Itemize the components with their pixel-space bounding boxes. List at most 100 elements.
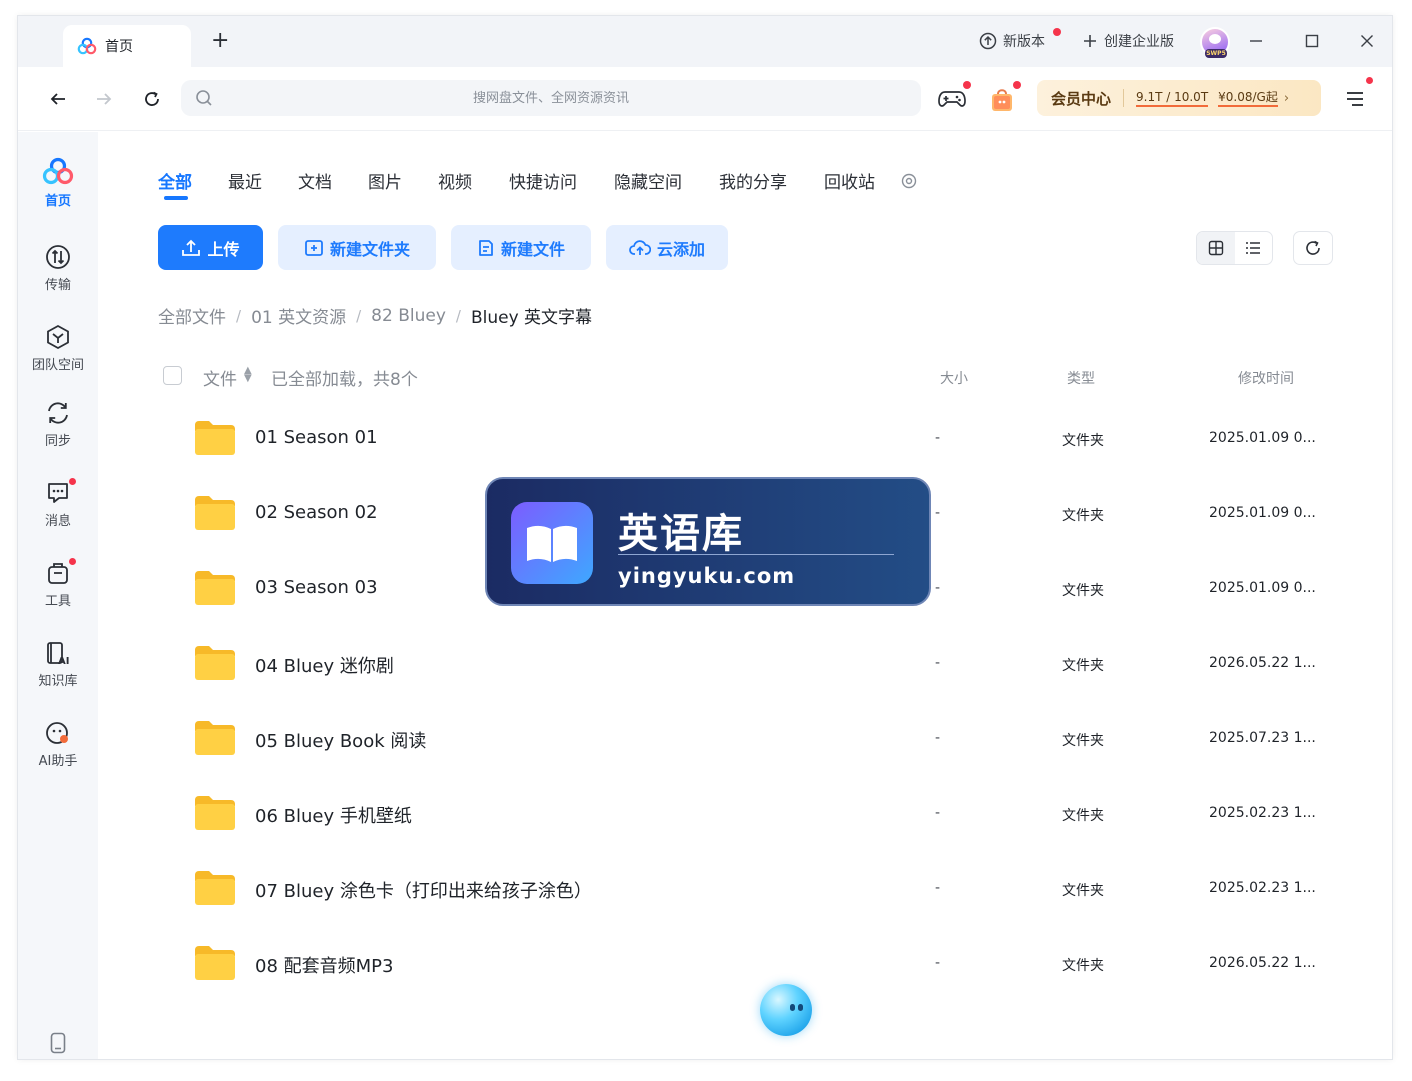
file-row[interactable]: 04 Bluey 迷你剧 - 文件夹 2026.05.22 1... bbox=[158, 634, 1338, 709]
tab-videos[interactable]: 视频 bbox=[438, 168, 472, 193]
file-row[interactable]: 06 Bluey 手机壁纸 - 文件夹 2025.02.23 1... bbox=[158, 784, 1338, 859]
file-row[interactable]: 05 Bluey Book 阅读 - 文件夹 2025.07.23 1... bbox=[158, 709, 1338, 784]
cloud-upload-icon bbox=[629, 239, 651, 255]
breadcrumb-item[interactable]: 全部文件 bbox=[158, 303, 226, 328]
tab-settings-icon[interactable] bbox=[901, 173, 917, 189]
sidebar-item-knowledge-base[interactable]: AI 知识库 bbox=[18, 640, 98, 689]
file-name[interactable]: 01 Season 01 bbox=[255, 427, 378, 448]
tab-my-shares[interactable]: 我的分享 bbox=[719, 168, 787, 193]
floating-assistant-button[interactable] bbox=[760, 984, 812, 1036]
breadcrumb-separator: / bbox=[356, 306, 362, 325]
title-bar: 首页 + 新版本 创建企业版 SWP5 bbox=[18, 16, 1392, 67]
file-name[interactable]: 07 Bluey 涂色卡（打印出来给孩子涂色） bbox=[255, 877, 592, 903]
tab-quick-access[interactable]: 快捷访问 bbox=[509, 168, 577, 193]
minimize-button[interactable] bbox=[1245, 30, 1267, 52]
sidebar-item-label: AI助手 bbox=[38, 754, 78, 769]
breadcrumb-item[interactable]: 82 Bluey bbox=[371, 306, 446, 326]
breadcrumb: 全部文件 / 01 英文资源 / 82 Bluey / Bluey 英文字幕 bbox=[158, 303, 592, 329]
tab-home-label: 首页 bbox=[105, 39, 133, 55]
create-enterprise-label: 创建企业版 bbox=[1104, 34, 1174, 50]
sidebar-item-messages[interactable]: 消息 bbox=[18, 480, 98, 529]
messages-badge bbox=[69, 478, 76, 485]
file-name[interactable]: 03 Season 03 bbox=[255, 577, 378, 598]
sidebar-item-sync[interactable]: 同步 bbox=[18, 400, 98, 449]
sidebar-item-home[interactable]: 首页 bbox=[18, 156, 98, 209]
reload-button[interactable] bbox=[140, 87, 164, 111]
file-modified-time: 2025.01.09 0... bbox=[1209, 580, 1316, 596]
file-column-header[interactable]: 文件 bbox=[203, 365, 237, 390]
maximize-button[interactable] bbox=[1301, 30, 1323, 52]
refresh-button[interactable] bbox=[1293, 231, 1333, 265]
file-row[interactable]: 01 Season 01 - 文件夹 2025.01.09 0... bbox=[158, 409, 1338, 484]
user-avatar[interactable]: SWP5 bbox=[1200, 27, 1230, 58]
tab-recent[interactable]: 最近 bbox=[228, 168, 262, 193]
create-enterprise-button[interactable]: 创建企业版 bbox=[1082, 31, 1174, 51]
team-space-icon bbox=[47, 324, 69, 350]
file-modified-time: 2025.01.09 0... bbox=[1209, 430, 1316, 446]
cloud-add-button[interactable]: 云添加 bbox=[606, 225, 728, 270]
tab-all[interactable]: 全部 bbox=[158, 168, 192, 193]
file-name[interactable]: 02 Season 02 bbox=[255, 502, 378, 523]
sidebar-item-team-space[interactable]: 团队空间 bbox=[18, 324, 98, 373]
cloud-add-label: 云添加 bbox=[656, 239, 705, 259]
file-modified-time: 2025.01.09 0... bbox=[1209, 505, 1316, 521]
sort-arrows-icon[interactable]: ▲ ▼ bbox=[244, 366, 252, 384]
gift-bag-icon bbox=[992, 89, 1012, 111]
close-button[interactable] bbox=[1356, 30, 1378, 52]
new-folder-button[interactable]: 新建文件夹 bbox=[278, 225, 436, 270]
new-file-button[interactable]: 新建文件 bbox=[451, 225, 591, 270]
modified-column-header[interactable]: 修改时间 bbox=[1238, 368, 1294, 388]
file-size: - bbox=[935, 430, 941, 446]
file-name[interactable]: 08 配套音频MP3 bbox=[255, 952, 393, 978]
new-tab-button[interactable]: + bbox=[211, 28, 229, 54]
upload-button[interactable]: 上传 bbox=[158, 225, 263, 270]
new-version-button[interactable]: 新版本 bbox=[979, 31, 1045, 51]
file-name[interactable]: 06 Bluey 手机壁纸 bbox=[255, 802, 412, 828]
file-name[interactable]: 04 Bluey 迷你剧 bbox=[255, 652, 394, 678]
back-button[interactable] bbox=[46, 87, 70, 111]
tab-images[interactable]: 图片 bbox=[368, 168, 402, 193]
tab-recycle-bin[interactable]: 回收站 bbox=[824, 168, 875, 193]
size-column-header[interactable]: 大小 bbox=[940, 368, 968, 388]
file-type: 文件夹 bbox=[1062, 958, 1104, 974]
sidebar-item-transfer[interactable]: 传输 bbox=[18, 244, 98, 293]
file-row[interactable]: 08 配套音频MP3 - 文件夹 2026.05.22 1... bbox=[158, 934, 1338, 1009]
file-type: 文件夹 bbox=[1062, 583, 1104, 599]
tools-icon bbox=[48, 563, 68, 584]
file-size: - bbox=[935, 505, 941, 521]
file-modified-time: 2026.05.22 1... bbox=[1209, 655, 1316, 671]
file-type: 文件夹 bbox=[1062, 508, 1104, 524]
folder-icon bbox=[195, 421, 235, 455]
forward-button[interactable] bbox=[92, 87, 116, 111]
select-all-checkbox[interactable] bbox=[163, 366, 182, 385]
type-column-header[interactable]: 类型 bbox=[1067, 368, 1095, 388]
sidebar-item-label: 传输 bbox=[44, 278, 71, 293]
sync-icon bbox=[48, 402, 68, 424]
watermark-banner: 英语库 yingyuku.com bbox=[485, 477, 931, 606]
transfer-icon bbox=[46, 245, 70, 269]
breadcrumb-item[interactable]: 01 英文资源 bbox=[251, 303, 346, 328]
assistant-eye bbox=[798, 1004, 803, 1011]
sidebar-item-label: 同步 bbox=[44, 434, 71, 449]
mobile-device-icon[interactable] bbox=[50, 1032, 66, 1054]
sidebar-item-tools[interactable]: 工具 bbox=[18, 560, 98, 609]
file-name[interactable]: 05 Bluey Book 阅读 bbox=[255, 727, 426, 753]
search-box[interactable] bbox=[181, 80, 921, 116]
avatar-face bbox=[1209, 34, 1221, 44]
grid-view-button[interactable] bbox=[1197, 232, 1235, 264]
tab-documents[interactable]: 文档 bbox=[298, 168, 332, 193]
list-view-button[interactable] bbox=[1235, 232, 1273, 264]
tab-hidden-space[interactable]: 隐藏空间 bbox=[614, 168, 682, 193]
vip-center-button[interactable]: 会员中心 9.1T / 10.0T ¥0.08/G起 › bbox=[1037, 80, 1321, 116]
tab-home[interactable]: 首页 bbox=[63, 25, 191, 67]
new-version-badge bbox=[1053, 28, 1061, 36]
arrow-right-icon bbox=[97, 93, 112, 105]
sidebar-item-ai-assistant[interactable]: AI助手 bbox=[18, 720, 98, 769]
main-menu-button[interactable] bbox=[1344, 88, 1366, 110]
grid-view-icon bbox=[1208, 240, 1223, 256]
search-input[interactable] bbox=[221, 80, 881, 116]
gamepad-icon bbox=[938, 91, 966, 107]
file-row[interactable]: 07 Bluey 涂色卡（打印出来给孩子涂色） - 文件夹 2025.02.23 1.… bbox=[158, 859, 1338, 934]
sidebar-item-label: 首页 bbox=[44, 194, 71, 209]
folder-icon bbox=[195, 571, 235, 605]
